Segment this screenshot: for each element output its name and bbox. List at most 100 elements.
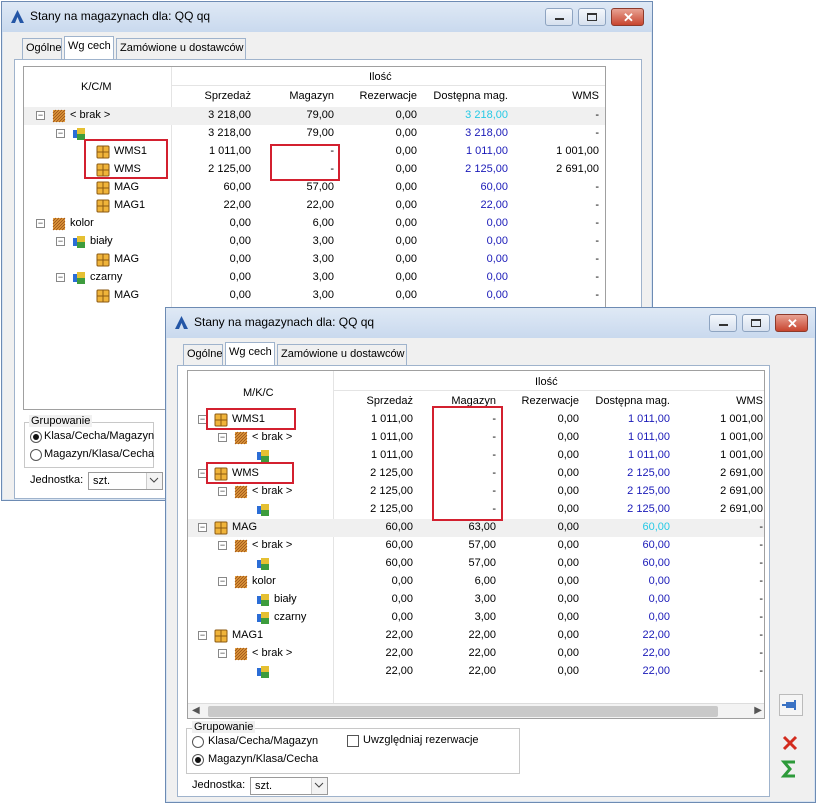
- table-row[interactable]: − kolor 0,00 6,00 0,00 0,00 -: [188, 573, 764, 591]
- tree-node-label[interactable]: biały: [90, 235, 113, 247]
- collapse-toggle-icon[interactable]: −: [218, 649, 227, 658]
- col-wms[interactable]: WMS: [511, 90, 599, 102]
- table-row[interactable]: 60,00 57,00 0,00 60,00 -: [188, 555, 764, 573]
- tab-wg-cech[interactable]: Wg cech: [225, 342, 275, 366]
- tree-node-label[interactable]: MAG1: [114, 199, 145, 211]
- table-cell: -: [759, 539, 763, 551]
- unit-combo[interactable]: szt.: [88, 472, 163, 490]
- table-row[interactable]: − < brak > 60,00 57,00 0,00 60,00 -: [188, 537, 764, 555]
- horizontal-scrollbar[interactable]: ◀ ▶: [188, 703, 764, 718]
- table-cell: 0,00: [648, 593, 670, 605]
- table-cell: 0,00: [557, 449, 579, 461]
- table-cell: 57,00: [306, 181, 334, 193]
- table-cell: 60,00: [385, 521, 413, 533]
- sum-button[interactable]: [779, 758, 803, 780]
- table-cell: 0,00: [557, 611, 579, 623]
- tree-node-label[interactable]: kolor: [252, 575, 276, 587]
- table-cell: 0,00: [557, 539, 579, 551]
- table-cell: 0,00: [486, 289, 508, 301]
- front-titlebar[interactable]: Stany na magazynach dla: QQ qq ✕: [166, 308, 815, 338]
- scroll-left-icon[interactable]: ◀: [192, 705, 200, 716]
- radio-klasa-cecha-magazyn[interactable]: [192, 736, 204, 748]
- radio-klasa-cecha-magazyn[interactable]: [30, 431, 42, 443]
- table-row[interactable]: − czarny 0,00 3,00 0,00 0,00 -: [24, 269, 605, 287]
- close-button[interactable]: ✕: [775, 314, 808, 332]
- tree-node-label[interactable]: MAG: [232, 521, 257, 533]
- tree-node-label[interactable]: kolor: [70, 217, 94, 229]
- table-row[interactable]: MAG 0,00 3,00 0,00 0,00 -: [24, 251, 605, 269]
- collapse-toggle-icon[interactable]: −: [218, 577, 227, 586]
- tab-zamowione[interactable]: Zamówione u dostawców: [116, 38, 246, 60]
- minimize-button[interactable]: [545, 8, 573, 26]
- collapse-toggle-icon[interactable]: −: [218, 487, 227, 496]
- collapse-toggle-icon[interactable]: −: [198, 631, 207, 640]
- table-row[interactable]: − biały 0,00 3,00 0,00 0,00 -: [24, 233, 605, 251]
- tree-node-label[interactable]: MAG: [114, 253, 139, 265]
- back-titlebar[interactable]: Stany na magazynach dla: QQ qq ✕: [2, 2, 652, 32]
- table-row[interactable]: − kolor 0,00 6,00 0,00 0,00 -: [24, 215, 605, 233]
- table-cell: -: [759, 647, 763, 659]
- unit-label: Jednostka:: [30, 474, 84, 486]
- table-row[interactable]: czarny 0,00 3,00 0,00 0,00 -: [188, 609, 764, 627]
- minimize-button[interactable]: [709, 314, 737, 332]
- tab-zamowione[interactable]: Zamówione u dostawców: [277, 344, 407, 366]
- collapse-toggle-icon[interactable]: −: [36, 111, 45, 120]
- collapse-toggle-icon[interactable]: −: [56, 237, 65, 246]
- maximize-button[interactable]: [578, 8, 606, 26]
- tree-node-label[interactable]: < brak >: [70, 109, 110, 121]
- scroll-right-icon[interactable]: ▶: [754, 705, 762, 716]
- col-wms[interactable]: WMS: [673, 395, 763, 407]
- close-button[interactable]: ✕: [611, 8, 644, 26]
- tree-node-label[interactable]: biały: [274, 593, 297, 605]
- col-magazyn[interactable]: Magazyn: [254, 90, 334, 102]
- scroll-thumb[interactable]: [208, 706, 718, 717]
- col-sprzedaz[interactable]: Sprzedaż: [171, 90, 251, 102]
- tree-node-label[interactable]: czarny: [274, 611, 306, 623]
- tree-node-label[interactable]: < brak >: [252, 647, 292, 659]
- table-row[interactable]: − < brak > 3 218,00 79,00 0,00 3 218,00 -: [24, 107, 605, 125]
- tree-node-label[interactable]: MAG: [114, 289, 139, 301]
- feature-icon: [256, 557, 270, 571]
- table-row[interactable]: MAG 60,00 57,00 0,00 60,00 -: [24, 179, 605, 197]
- tree-node-label[interactable]: < brak >: [252, 431, 292, 443]
- col-dostepna[interactable]: Dostępna mag.: [420, 90, 508, 102]
- col-dostepna[interactable]: Dostępna mag.: [582, 395, 670, 407]
- radio-magazyn-klasa-cecha[interactable]: [192, 754, 204, 766]
- tab-wg-cech[interactable]: Wg cech: [64, 36, 114, 60]
- collapse-toggle-icon[interactable]: −: [56, 273, 65, 282]
- tree-node-label[interactable]: czarny: [90, 271, 122, 283]
- warehouse-icon: [96, 199, 110, 213]
- table-row[interactable]: − MAG1 22,00 22,00 0,00 22,00 -: [188, 627, 764, 645]
- table-row[interactable]: biały 0,00 3,00 0,00 0,00 -: [188, 591, 764, 609]
- table-row[interactable]: MAG 0,00 3,00 0,00 0,00 -: [24, 287, 605, 305]
- tab-ogolne[interactable]: Ogólne: [22, 38, 62, 60]
- table-cell: 0,00: [557, 593, 579, 605]
- table-row[interactable]: − < brak > 22,00 22,00 0,00 22,00 -: [188, 645, 764, 663]
- pin-button[interactable]: [779, 694, 803, 716]
- maximize-button[interactable]: [742, 314, 770, 332]
- tab-ogolne[interactable]: Ogólne: [183, 344, 223, 366]
- chevron-down-icon[interactable]: [146, 473, 162, 489]
- collapse-toggle-icon[interactable]: −: [218, 541, 227, 550]
- collapse-toggle-icon[interactable]: −: [56, 129, 65, 138]
- unit-combo[interactable]: szt.: [250, 777, 328, 795]
- tree-node-label[interactable]: MAG1: [232, 629, 263, 641]
- table-cell: -: [595, 289, 599, 301]
- col-rezerwacje[interactable]: Rezerwacje: [499, 395, 579, 407]
- table-row[interactable]: MAG1 22,00 22,00 0,00 22,00 -: [24, 197, 605, 215]
- collapse-toggle-icon[interactable]: −: [218, 433, 227, 442]
- table-cell: 1 011,00: [370, 413, 413, 425]
- col-rezerwacje[interactable]: Rezerwacje: [337, 90, 417, 102]
- checkbox-uwzgledniaj[interactable]: [347, 735, 359, 747]
- table-row[interactable]: − MAG 60,00 63,00 0,00 60,00 -: [188, 519, 764, 537]
- tree-node-label[interactable]: < brak >: [252, 485, 292, 497]
- table-row[interactable]: 22,00 22,00 0,00 22,00 -: [188, 663, 764, 681]
- radio-magazyn-klasa-cecha[interactable]: [30, 449, 42, 461]
- collapse-toggle-icon[interactable]: −: [36, 219, 45, 228]
- col-sprzedaz[interactable]: Sprzedaż: [333, 395, 413, 407]
- collapse-toggle-icon[interactable]: −: [198, 523, 207, 532]
- tree-node-label[interactable]: MAG: [114, 181, 139, 193]
- delete-button[interactable]: [779, 732, 803, 754]
- tree-node-label[interactable]: < brak >: [252, 539, 292, 551]
- chevron-down-icon[interactable]: [311, 778, 327, 794]
